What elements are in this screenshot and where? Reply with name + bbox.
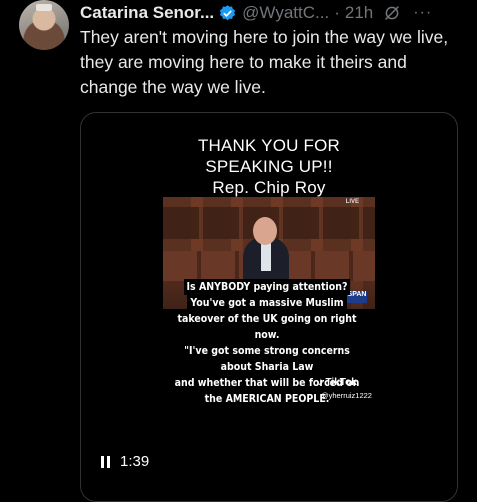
tiktok-username: @yherruiz1222: [321, 391, 372, 400]
caption-line: "I've got some strong concerns: [181, 343, 353, 359]
speaker-shirt: [261, 241, 271, 271]
video-title-line: Rep. Chip Roy: [212, 178, 326, 197]
live-badge: LIVE: [345, 199, 359, 205]
caption-line: takeover of the UK going on right: [174, 311, 360, 327]
caption-line: Is ANYBODY paying attention?: [183, 279, 351, 295]
more-icon[interactable]: ···: [413, 5, 432, 21]
video-elapsed-time: 1:39: [120, 453, 150, 470]
video-controls: 1:39: [101, 453, 149, 470]
separator-dot: ·: [334, 3, 340, 22]
author-name[interactable]: Catarina Senor...: [80, 3, 214, 23]
avatar[interactable]: [19, 0, 69, 50]
speaker-head: [253, 217, 277, 245]
caption-line: You've got a massive Muslim: [187, 295, 347, 311]
caption-line: now.: [251, 327, 283, 343]
tiktok-watermark: ♪ TikTok: [318, 376, 357, 388]
pause-icon[interactable]: [101, 455, 110, 468]
post-header: Catarina Senor... @WyattC... · 21h ···: [80, 2, 469, 24]
video-title-line: SPEAKING UP!!: [205, 157, 333, 176]
avatar-crown-detail: [36, 4, 52, 11]
post-text: They aren't moving here to join the way …: [80, 27, 449, 97]
caption-line: about Sharia Law: [217, 359, 317, 375]
verified-badge-icon: [218, 4, 237, 23]
video-title: THANK YOU FOR SPEAKING UP!! Rep. Chip Ro…: [81, 135, 457, 198]
grok-icon[interactable]: [383, 4, 401, 22]
tiktok-brand: TikTok: [325, 376, 357, 388]
caption-line: the AMERICAN PEOPLE.: [201, 391, 333, 407]
video-player[interactable]: THANK YOU FOR SPEAKING UP!! Rep. Chip Ro…: [80, 112, 458, 502]
author-handle[interactable]: @WyattC...: [242, 3, 329, 23]
video-title-line: THANK YOU FOR: [197, 136, 341, 155]
post-time[interactable]: 21h: [345, 3, 373, 23]
tiktok-icon: ♪: [318, 376, 324, 388]
